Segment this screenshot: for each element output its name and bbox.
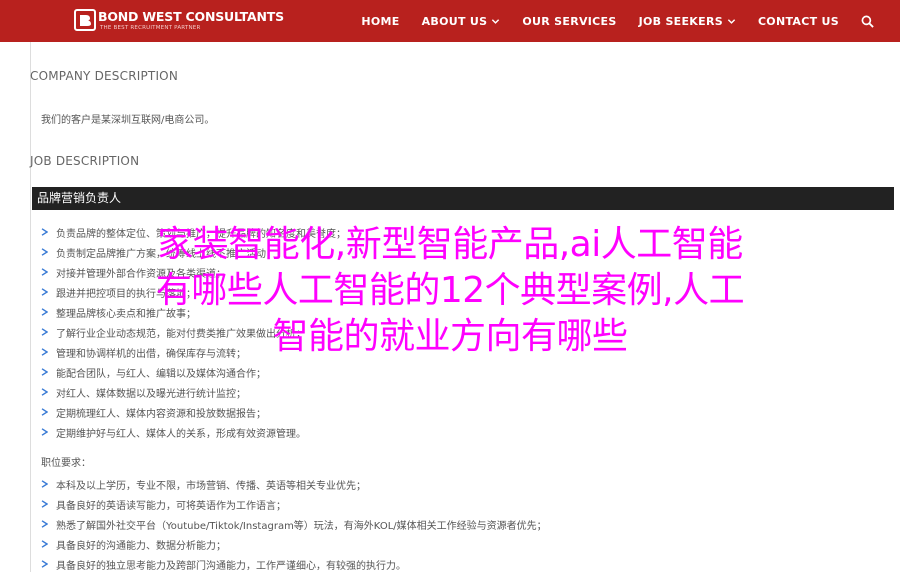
arrow-bullet-icon [41,500,48,508]
list-item: 定期梳理红人、媒体内容资源和投放数据报告； [41,402,346,422]
nav-item-contact-us[interactable]: CONTACT US [758,15,839,28]
list-item-text: 对红人、媒体数据以及曝光进行统计监控； [56,388,246,400]
nav-item-label: JOB SEEKERS [638,14,723,28]
arrow-bullet-icon [41,388,48,396]
brand-name: BOND WEST CONSULTANTS [98,9,284,24]
chevron-down-icon [727,18,736,24]
arrow-bullet-icon [41,308,48,316]
nav-item-job-seekers[interactable]: JOB SEEKERS [639,15,736,28]
search-icon[interactable] [861,15,874,28]
list-item: 对红人、媒体数据以及曝光进行统计监控； [41,382,346,402]
list-item: 负责制定品牌推广方案，统筹线上线下推广活动； [41,242,346,262]
company-description-heading: COMPANY DESCRIPTION [30,69,178,83]
list-item: 本科及以上学历，专业不限，市场营销、传播、英语等相关专业优先； [41,474,547,494]
nav-item-label: CONTACT US [757,14,839,28]
list-item-text: 负责制定品牌推广方案，统筹线上线下推广活动； [56,248,276,260]
main-menu: HOME ABOUT US OUR SERVICES JOB SEEKERS C… [339,0,874,42]
list-item-text: 对接并管理外部合作资源及各类渠道； [56,268,226,280]
arrow-bullet-icon [41,408,48,416]
list-item-text: 具备良好的英语读写能力，可将英语作为工作语言； [56,500,286,512]
list-item: 跟进并把控项目的执行与落地； [41,282,346,302]
nav-item-label: HOME [361,14,400,28]
job-detail-content: COMPANY DESCRIPTION 我们的客户是某深圳互联网/电商公司。 J… [30,42,897,572]
list-item-text: 整理品牌核心卖点和推广故事； [56,308,196,320]
list-item-text: 熟悉了解国外社交平台（Youtube/Tiktok/Instagram等）玩法，… [56,520,547,532]
arrow-bullet-icon [41,368,48,376]
list-item: 管理和协调样机的出借，确保库存与流转； [41,342,346,362]
arrow-bullet-icon [41,268,48,276]
nav-item-our-services[interactable]: OUR SERVICES [522,15,616,28]
arrow-bullet-icon [41,560,48,568]
arrow-bullet-icon [41,428,48,436]
list-item-text: 定期维护好与红人、媒体人的关系，形成有效资源管理。 [56,428,306,440]
list-item: 具备良好的沟通能力、数据分析能力； [41,534,547,554]
list-item-text: 了解行业企业动态规范，能对付费类推广效果做出分析； [56,328,306,340]
list-item: 熟悉了解国外社交平台（Youtube/Tiktok/Instagram等）玩法，… [41,514,547,534]
list-item: 对接并管理外部合作资源及各类渠道； [41,262,346,282]
list-item: 能配合团队，与红人、编辑以及媒体沟通合作； [41,362,346,382]
requirements-list: 本科及以上学历，专业不限，市场营销、传播、英语等相关专业优先； 具备良好的英语读… [41,474,547,574]
list-item: 具备良好的独立思考能力及跨部门沟通能力，工作严谨细心，有较强的执行力。 [41,554,547,574]
job-title-bar: 品牌营销负责人 [32,187,894,210]
arrow-bullet-icon [41,328,48,336]
arrow-bullet-icon [41,288,48,296]
job-description-heading: JOB DESCRIPTION [30,154,140,168]
list-item-text: 本科及以上学历，专业不限，市场营销、传播、英语等相关专业优先； [56,480,366,492]
list-item: 定期维护好与红人、媒体人的关系，形成有效资源管理。 [41,422,346,442]
arrow-bullet-icon [41,228,48,236]
chevron-down-icon [492,18,500,24]
nav-item-label: ABOUT US [421,14,488,28]
arrow-bullet-icon [41,540,48,548]
list-item-text: 跟进并把控项目的执行与落地； [56,288,196,300]
arrow-bullet-icon [41,248,48,256]
company-description-text: 我们的客户是某深圳互联网/电商公司。 [41,115,215,126]
list-item-text: 具备良好的沟通能力、数据分析能力； [56,540,226,552]
arrow-bullet-icon [41,480,48,488]
list-item: 负责品牌的整体定位、策划与推广，提升品牌的知名度和美誉度； [41,222,346,242]
list-item-text: 负责品牌的整体定位、策划与推广，提升品牌的知名度和美誉度； [56,228,346,240]
list-item: 了解行业企业动态规范，能对付费类推广效果做出分析； [41,322,346,342]
nav-item-home[interactable]: HOME [361,15,399,28]
list-item-text: 管理和协调样机的出借，确保库存与流转； [56,348,246,360]
brand-tagline: THE BEST RECRUITMENT PARTNER [100,25,201,31]
requirements-heading: 职位要求： [41,458,91,469]
arrow-bullet-icon [41,348,48,356]
arrow-bullet-icon [41,520,48,528]
list-item-text: 能配合团队，与红人、编辑以及媒体沟通合作； [56,368,266,380]
brand-logo[interactable]: BOND WEST CONSULTANTS THE BEST RECRUITME… [74,7,284,35]
list-item: 整理品牌核心卖点和推广故事； [41,302,346,322]
duties-list: 负责品牌的整体定位、策划与推广，提升品牌的知名度和美誉度； 负责制定品牌推广方案… [41,222,346,442]
nav-item-label: OUR SERVICES [522,14,617,28]
logo-icon [74,9,96,31]
nav-item-about-us[interactable]: ABOUT US [422,15,501,28]
list-item-text: 具备良好的独立思考能力及跨部门沟通能力，工作严谨细心，有较强的执行力。 [56,560,406,572]
top-nav: BOND WEST CONSULTANTS THE BEST RECRUITME… [0,0,900,42]
list-item-text: 定期梳理红人、媒体内容资源和投放数据报告； [56,408,266,420]
list-item: 具备良好的英语读写能力，可将英语作为工作语言； [41,494,547,514]
